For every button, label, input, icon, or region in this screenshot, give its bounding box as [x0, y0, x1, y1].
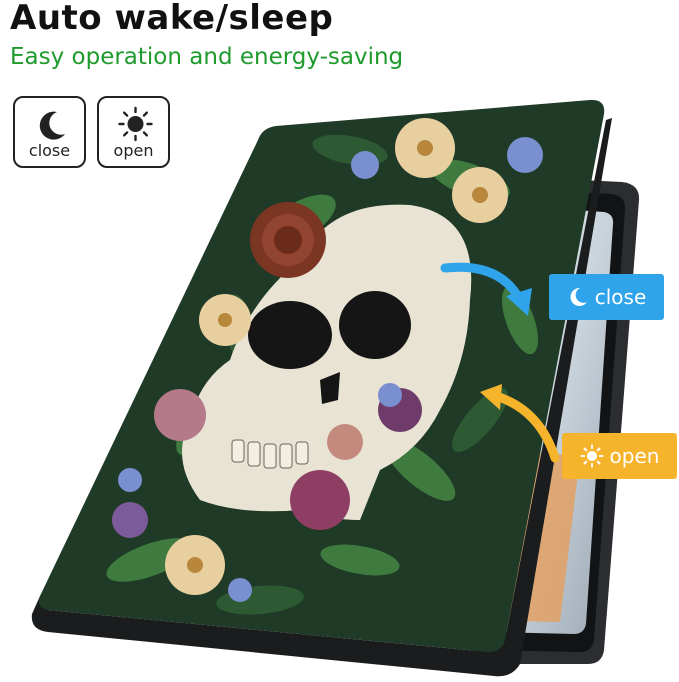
close-callout-label: close: [594, 285, 647, 309]
open-callout-label: open: [609, 444, 660, 468]
rose-graphic: [250, 202, 326, 278]
open-callout: open: [562, 433, 677, 479]
sun-icon: [580, 444, 604, 468]
moon-icon: [570, 287, 587, 306]
close-callout: close: [549, 274, 664, 320]
tablet-case-illustration: [31, 99, 640, 677]
